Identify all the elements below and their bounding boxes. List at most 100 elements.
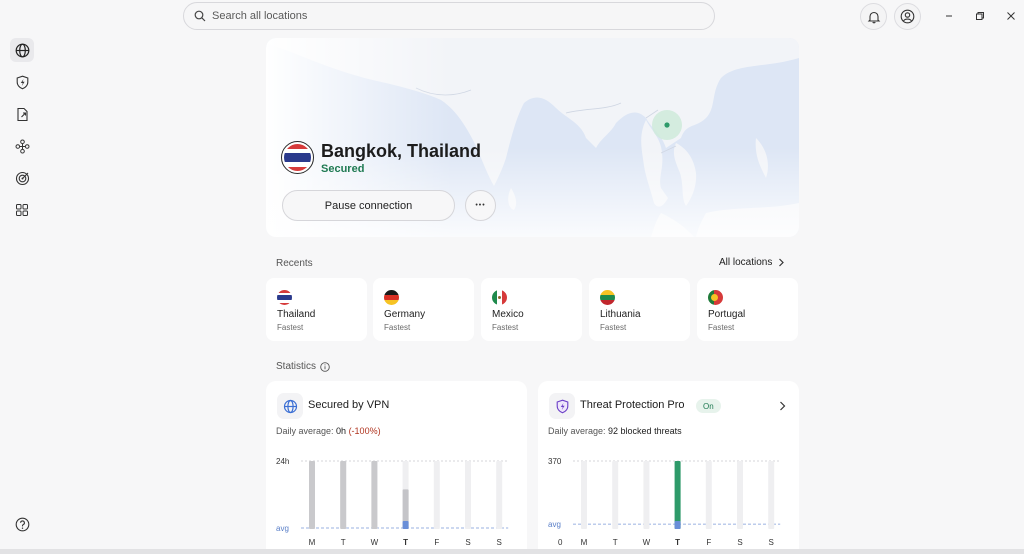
bar-marker: [674, 521, 681, 529]
chevron-right-icon[interactable]: [779, 401, 786, 411]
search-field[interactable]: Search all locations: [183, 2, 715, 30]
sidebar-item-file-share[interactable]: [10, 102, 34, 126]
all-locations-label: All locations: [719, 257, 773, 268]
average-label: avg: [276, 524, 289, 533]
x-tick-label: T: [613, 538, 618, 547]
recent-country: Mexico: [492, 309, 524, 320]
recent-server-type: Fastest: [384, 323, 411, 332]
threat-shield-badge: [549, 393, 575, 419]
bar-track: [581, 461, 587, 529]
mexico-flag-icon: [492, 290, 507, 305]
vpn-stats-card: Secured by VPN Daily average: 0h (-100%)…: [266, 381, 527, 554]
bar-track: [496, 461, 503, 529]
search-input[interactable]: Search all locations: [212, 10, 307, 22]
statistics-label: Statistics: [276, 361, 317, 372]
bar: [309, 461, 315, 529]
zero-label: 0: [558, 538, 563, 547]
account-icon: [900, 9, 915, 24]
restore-button[interactable]: [973, 9, 987, 23]
close-icon: [1007, 12, 1015, 20]
pause-connection-button[interactable]: Pause connection: [282, 190, 455, 221]
recent-location-card[interactable]: Mexico Fastest: [481, 278, 582, 341]
top-bar: Search all locations: [0, 0, 1024, 34]
bar-track: [433, 461, 440, 529]
all-locations-link[interactable]: All locations: [719, 257, 785, 268]
x-tick-label: T: [675, 538, 680, 547]
x-tick-label: W: [643, 538, 651, 547]
x-tick-label: T: [403, 538, 408, 547]
info-icon[interactable]: [320, 361, 330, 372]
vpn-average-prefix: Daily average:: [276, 426, 337, 436]
x-tick-label: S: [497, 538, 502, 547]
bar: [340, 461, 347, 529]
threat-protection-card[interactable]: Threat Protection Pro On Daily average: …: [538, 381, 799, 554]
vpn-average-change: (-100%): [348, 426, 381, 436]
bar-track: [737, 461, 743, 529]
sidebar-item-dark-web-monitor[interactable]: [10, 166, 34, 190]
bell-icon: [867, 11, 880, 23]
threat-average-value: 92 blocked threats: [608, 426, 682, 436]
file-icon: [16, 107, 28, 121]
average-label: avg: [548, 520, 561, 529]
globe-icon: [283, 399, 297, 413]
sidebar-item-help[interactable]: [10, 512, 34, 536]
shield-icon: [16, 75, 28, 89]
connection-status: Secured: [321, 163, 365, 175]
recent-country: Lithuania: [600, 309, 641, 320]
search-icon: [194, 10, 206, 22]
bar: [371, 461, 378, 529]
germany-flag-icon: [384, 290, 399, 305]
x-tick-label: S: [465, 538, 470, 547]
bar: [402, 521, 409, 529]
bar-track: [612, 461, 619, 529]
bar-track: [465, 461, 471, 529]
sidebar: [0, 34, 44, 554]
more-icon: •••: [475, 202, 486, 209]
notifications-button[interactable]: [860, 3, 887, 30]
y-max-label: 370: [548, 457, 562, 466]
connected-location: Bangkok, Thailand: [321, 141, 482, 161]
sidebar-item-meshnet[interactable]: [10, 134, 34, 158]
bar-track: [768, 461, 775, 529]
minimize-icon: [946, 15, 952, 17]
recent-location-card[interactable]: Germany Fastest: [373, 278, 474, 341]
more-options-button[interactable]: •••: [465, 190, 496, 221]
x-tick-label: M: [309, 538, 316, 547]
minimize-button[interactable]: [942, 9, 956, 23]
recent-location-card[interactable]: Portugal Fastest: [697, 278, 798, 341]
vpn-card-title: Secured by VPN: [308, 399, 390, 411]
lithuania-flag-icon: [600, 290, 615, 305]
bar-track: [643, 461, 650, 529]
restore-icon: [976, 12, 984, 20]
mesh-icon: [15, 139, 29, 153]
sidebar-item-locations[interactable]: [10, 38, 34, 62]
close-button[interactable]: [1004, 9, 1018, 23]
thailand-flag-icon: [277, 290, 292, 305]
radar-icon: [15, 171, 29, 185]
vpn-daily-average: Daily average: 0h (-100%): [276, 426, 381, 436]
apps-icon: [16, 204, 28, 216]
bar-track: [705, 461, 712, 529]
sidebar-item-apps[interactable]: [10, 198, 34, 222]
vpn-bar-chart: 24h avg M T W T F S S: [276, 457, 509, 547]
recent-location-card[interactable]: Thailand Fastest: [266, 278, 367, 341]
recent-server-type: Fastest: [708, 323, 735, 332]
chevron-right-icon: [779, 258, 785, 267]
x-tick-label: T: [341, 538, 346, 547]
recent-server-type: Fastest: [600, 323, 627, 332]
x-tick-label: S: [737, 538, 742, 547]
recent-location-card[interactable]: Lithuania Fastest: [589, 278, 690, 341]
x-tick-label: F: [434, 538, 439, 547]
x-tick-label: M: [581, 538, 588, 547]
x-tick-label: F: [706, 538, 711, 547]
sidebar-item-threat-protection[interactable]: [10, 70, 34, 94]
threat-bar-chart: 370 avg 0 M T W T F S S: [548, 457, 781, 547]
x-tick-label: S: [769, 538, 774, 547]
threat-average-prefix: Daily average:: [548, 426, 609, 436]
recent-server-type: Fastest: [277, 323, 304, 332]
bar: [674, 461, 681, 529]
globe-icon: [15, 43, 29, 57]
shield-bolt-icon: [556, 399, 568, 413]
account-button[interactable]: [894, 3, 921, 30]
vpn-average-value: 0h: [336, 426, 347, 436]
